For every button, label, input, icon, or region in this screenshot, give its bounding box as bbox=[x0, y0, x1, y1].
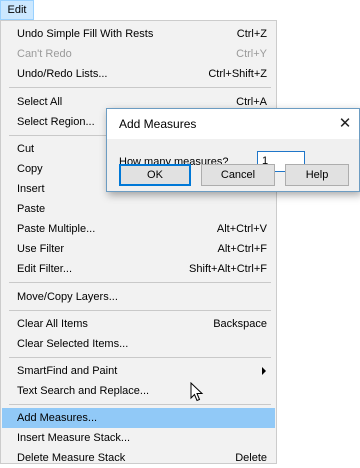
menu-item-use-filter[interactable]: Use Filter Alt+Ctrl+F bbox=[2, 239, 275, 259]
menu-item-label: Delete Measure Stack bbox=[17, 452, 126, 464]
menu-item-move-copy-layers[interactable]: Move/Copy Layers... bbox=[2, 287, 275, 307]
ok-button[interactable]: OK bbox=[119, 164, 191, 186]
close-icon[interactable]: ✕ bbox=[331, 109, 359, 139]
menu-separator bbox=[9, 404, 271, 405]
menu-item-text-search-replace[interactable]: Text Search and Replace... bbox=[2, 381, 275, 401]
menu-item-label: Select Region... bbox=[17, 116, 95, 128]
menu-item-paste-multiple[interactable]: Paste Multiple... Alt+Ctrl+V bbox=[2, 219, 275, 239]
menu-item-delete-measure-stack[interactable]: Delete Measure Stack Delete bbox=[2, 448, 275, 468]
menu-item-redo: Can't Redo Ctrl+Y bbox=[2, 44, 275, 64]
menu-item-label: Select All bbox=[17, 96, 63, 108]
menu-item-shortcut: Delete bbox=[235, 452, 267, 464]
menu-item-paste[interactable]: Paste bbox=[2, 199, 275, 219]
menu-item-label: Insert Measure Stack... bbox=[17, 432, 131, 444]
menu-item-label: Copy bbox=[17, 163, 43, 175]
menu-item-label: Clear Selected Items... bbox=[17, 338, 129, 350]
menu-item-label: Insert bbox=[17, 183, 45, 195]
edit-menu: Undo Simple Fill With Rests Ctrl+Z Can't… bbox=[0, 20, 277, 464]
menu-item-shortcut: Ctrl+Z bbox=[236, 28, 267, 40]
menu-item-undo-redo-lists[interactable]: Undo/Redo Lists... Ctrl+Shift+Z bbox=[2, 64, 275, 84]
menu-item-label: Text Search and Replace... bbox=[17, 385, 150, 397]
menu-item-label: Undo Simple Fill With Rests bbox=[17, 28, 154, 40]
menu-separator bbox=[9, 87, 271, 88]
menu-item-smartfind-and-paint[interactable]: SmartFind and Paint bbox=[2, 361, 275, 381]
menu-item-label: SmartFind and Paint bbox=[17, 365, 118, 377]
mouse-pointer-icon bbox=[190, 382, 204, 402]
menu-item-label: Move/Copy Layers... bbox=[17, 291, 118, 303]
submenu-arrow-icon bbox=[262, 367, 266, 375]
menu-edit[interactable]: Edit bbox=[0, 0, 34, 20]
menu-item-clear-selected-items[interactable]: Clear Selected Items... bbox=[2, 334, 275, 354]
cancel-button[interactable]: Cancel bbox=[201, 164, 275, 186]
menu-item-edit-filter[interactable]: Edit Filter... Shift+Alt+Ctrl+F bbox=[2, 259, 275, 279]
menu-item-label: Cut bbox=[17, 143, 35, 155]
menu-item-shortcut: Backspace bbox=[213, 318, 267, 330]
menu-separator bbox=[9, 282, 271, 283]
menu-item-label: Paste Multiple... bbox=[17, 223, 96, 235]
menu-separator bbox=[9, 310, 271, 311]
menu-item-label: Use Filter bbox=[17, 243, 65, 255]
menu-separator bbox=[9, 357, 271, 358]
menu-item-label: Clear All Items bbox=[17, 318, 88, 330]
menu-item-label: Undo/Redo Lists... bbox=[17, 68, 108, 80]
menu-item-label: Paste bbox=[17, 203, 46, 215]
menu-item-add-measures[interactable]: Add Measures... bbox=[2, 408, 275, 428]
menu-bar: Edit bbox=[0, 0, 360, 20]
menu-item-label: Can't Redo bbox=[17, 48, 72, 60]
dialog-titlebar[interactable]: Add Measures ✕ bbox=[107, 109, 359, 139]
menu-item-label: Add Measures... bbox=[17, 412, 98, 424]
dialog-title: Add Measures bbox=[119, 117, 197, 131]
menu-item-shortcut: Shift+Alt+Ctrl+F bbox=[189, 263, 267, 275]
menu-item-shortcut: Alt+Ctrl+V bbox=[216, 223, 267, 235]
menu-item-insert-measure-stack[interactable]: Insert Measure Stack... bbox=[2, 428, 275, 448]
menu-item-shortcut: Alt+Ctrl+F bbox=[217, 243, 267, 255]
help-button[interactable]: Help bbox=[285, 164, 349, 186]
menu-item-label: Edit Filter... bbox=[17, 263, 73, 275]
menu-item-shortcut: Ctrl+Y bbox=[236, 48, 267, 60]
menu-item-clear-all-items[interactable]: Clear All Items Backspace bbox=[2, 314, 275, 334]
menu-item-shortcut: Ctrl+Shift+Z bbox=[208, 68, 267, 80]
add-measures-dialog: Add Measures ✕ How many measures? 1 OK C… bbox=[106, 108, 360, 192]
menu-item-undo[interactable]: Undo Simple Fill With Rests Ctrl+Z bbox=[2, 24, 275, 44]
